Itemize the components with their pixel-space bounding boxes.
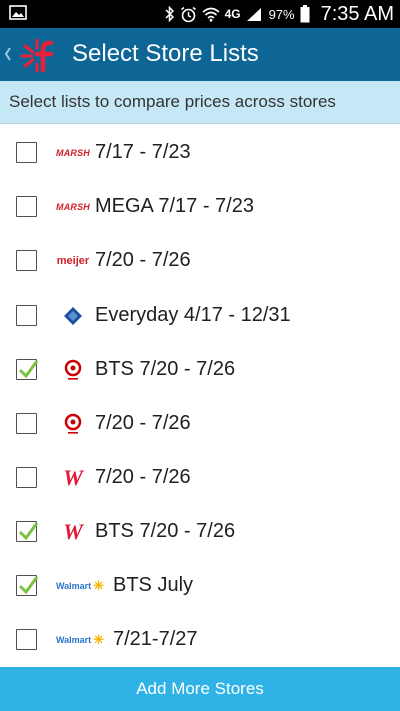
bluetooth-icon [165,6,174,22]
list-label: 7/20 - 7/26 [95,466,191,488]
add-more-stores-button[interactable]: Add More Stores [0,667,400,711]
list-item[interactable]: W BTS 7/20 - 7/26 [0,505,400,559]
walgreens-logo: W [63,465,83,490]
target-logo [56,411,90,437]
list-label: 7/20 - 7/26 [95,249,191,271]
signal-icon [246,7,261,21]
walmart-logo: Walmart ✳ [55,632,105,647]
meijer-logo: meijer [56,255,90,267]
instruction-banner: Select lists to compare prices across st… [0,81,400,124]
walgreens-logo: W [63,519,83,544]
list-checkbox[interactable] [16,413,37,434]
list-item[interactable]: Walmart ✳ BTS July [0,559,400,613]
list-item[interactable]: W 7/20 - 7/26 [0,451,400,505]
list-label: BTS July [113,574,194,596]
marsh-logo: MARSH [56,148,90,158]
list-item[interactable]: meijer 7/20 - 7/26 [0,234,400,288]
page-title: Select Store Lists [72,40,259,67]
list-checkbox[interactable] [16,142,37,163]
status-bar: 4G 97% 7:35 AM [0,0,400,28]
list-checkbox[interactable] [16,196,37,217]
wifi-icon [202,7,220,22]
list-label: 7/21-7/27 [113,628,198,650]
list-label: Everyday 4/17 - 12/31 [95,304,291,326]
list-item[interactable]: MARSH 7/17 - 7/23 [0,126,400,180]
app-bar: Select Store Lists [0,28,400,81]
list-checkbox[interactable] [16,575,39,596]
clock: 7:35 AM [320,2,394,25]
target-logo [56,357,90,383]
list-item[interactable]: Walmart ✳ 7/21-7/27 [0,613,400,667]
list-item[interactable]: MARSH MEGA 7/17 - 7/23 [0,180,400,234]
list-label: 7/20 - 7/26 [95,412,191,434]
list-checkbox[interactable] [16,305,37,326]
sams-club-logo [56,303,90,329]
marsh-logo: MARSH [56,202,90,212]
checkmark-icon [18,522,39,541]
instruction-text: Select lists to compare prices across st… [9,92,336,111]
app-logo-icon[interactable] [17,36,57,74]
alarm-icon [180,6,196,22]
checkmark-icon [18,360,39,379]
list-item[interactable]: Everyday 4/17 - 12/31 [0,289,400,343]
checkmark-icon [18,576,39,595]
back-chevron-icon[interactable] [3,43,13,65]
list-item[interactable]: 7/20 - 7/26 [0,397,400,451]
battery-icon [300,5,310,23]
list-label: MEGA 7/17 - 7/23 [95,195,254,217]
network-type: 4G [224,7,241,21]
list-label: 7/17 - 7/23 [95,141,191,163]
battery-percent: 97% [268,6,295,22]
walmart-logo: Walmart ✳ [55,578,105,593]
list-label: BTS 7/20 - 7/26 [95,520,236,542]
list-checkbox[interactable] [16,250,37,271]
list-checkbox[interactable] [16,359,39,380]
list-checkbox[interactable] [16,629,37,650]
gallery-icon [9,5,27,20]
list-checkbox[interactable] [16,521,39,542]
list-checkbox[interactable] [16,467,37,488]
add-more-stores-label: Add More Stores [136,679,264,698]
list-label: BTS 7/20 - 7/26 [95,358,236,380]
list-item[interactable]: BTS 7/20 - 7/26 [0,343,400,397]
